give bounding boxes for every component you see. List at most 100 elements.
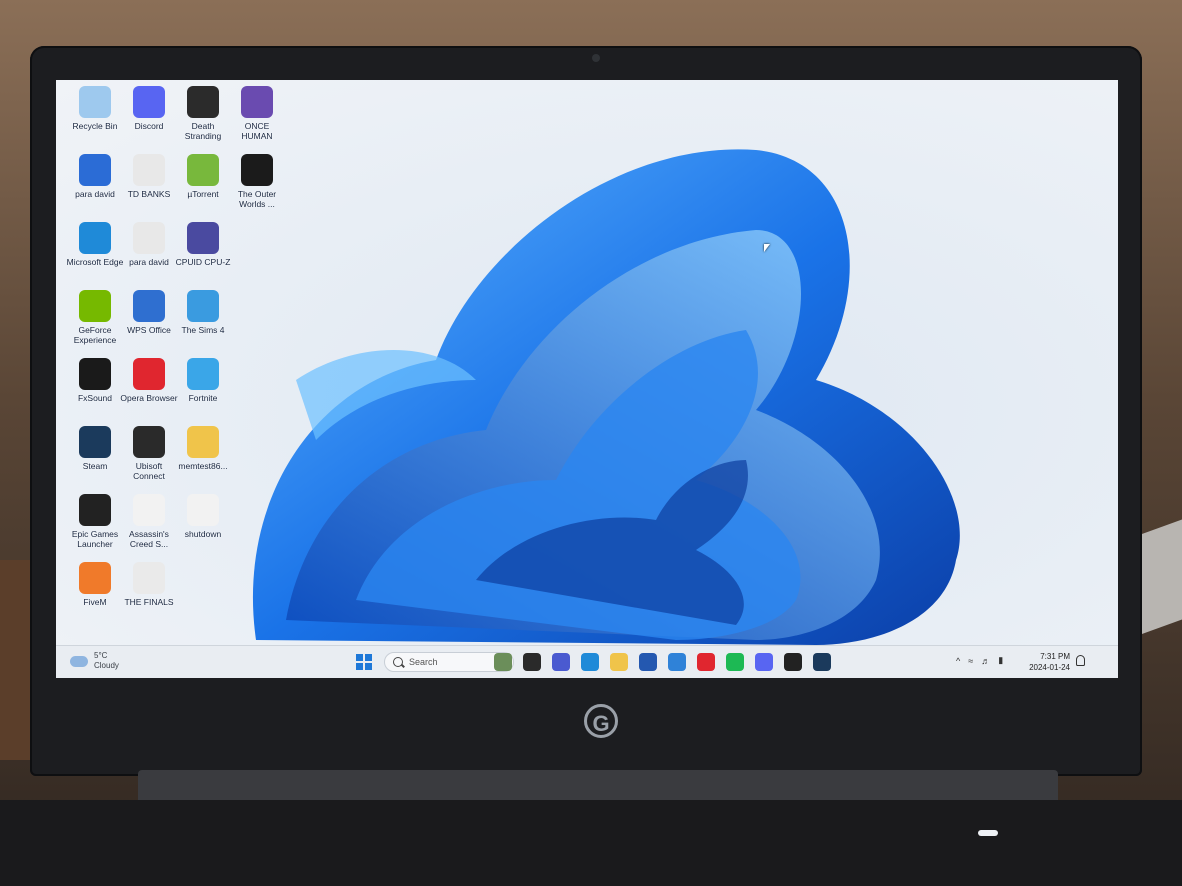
file-explorer-icon[interactable] — [610, 653, 628, 671]
clock-time: 7:31 PM — [1040, 652, 1070, 661]
desktop-icon[interactable]: Assassin's Creed S... — [120, 494, 178, 549]
desktop-icon-label: The Sims 4 — [181, 325, 225, 335]
assassins-creed-icon — [133, 494, 165, 526]
desktop-icon[interactable]: Microsoft Edge — [66, 222, 124, 267]
webcam — [592, 54, 600, 62]
desktop-icon[interactable]: Opera Browser — [120, 358, 178, 403]
desktop-icon-label: Fortnite — [188, 393, 218, 403]
fortnite-icon — [187, 358, 219, 390]
steam-icon — [79, 426, 111, 458]
desktop-icon[interactable]: Epic Games Launcher — [66, 494, 124, 549]
epic-games-icon[interactable] — [784, 653, 802, 671]
desktop-screen: Recycle Bin Discord Death Stranding ONCE HU… — [56, 80, 1118, 678]
weather-temperature: 5°C — [94, 651, 108, 660]
mail-icon[interactable] — [668, 653, 686, 671]
desktop-icon[interactable]: Discord — [120, 86, 178, 131]
start-button[interactable] — [356, 654, 372, 670]
recycle-bin-icon — [79, 86, 111, 118]
desktop-icon[interactable]: memtest86... — [174, 426, 232, 471]
desktop-icon[interactable]: CPUID CPU-Z — [174, 222, 232, 267]
cloud-icon — [70, 655, 88, 667]
desktop-icon-label: memtest86... — [178, 461, 228, 471]
desktop-icon-label: para david — [75, 189, 115, 199]
brand-logo: G — [584, 704, 618, 738]
fxsound-icon — [79, 358, 111, 390]
taskbar-clock[interactable]: 7:31 PM 2024-01-24 — [1028, 651, 1070, 673]
desktop-icon[interactable]: WPS Office — [120, 290, 178, 335]
desktop-icon[interactable]: shutdown — [174, 494, 232, 539]
desktop-icon-label: Epic Games Launcher — [71, 529, 119, 549]
desktop-icon-label: para david — [129, 257, 169, 267]
desktop-icon[interactable]: The Sims 4 — [174, 290, 232, 335]
desktop-icon[interactable]: para david — [120, 222, 178, 267]
cpu-z-icon — [187, 222, 219, 254]
desktop-icon-label: The Outer Worlds ... — [237, 189, 277, 209]
desktop-icon[interactable]: FiveM — [66, 562, 124, 607]
desktop-icon-label: Recycle Bin — [72, 121, 118, 131]
store-icon[interactable] — [639, 653, 657, 671]
steam-icon[interactable] — [813, 653, 831, 671]
fivem-icon — [79, 562, 111, 594]
epic-games-icon — [79, 494, 111, 526]
discord-icon[interactable] — [755, 653, 773, 671]
opera-icon[interactable] — [697, 653, 715, 671]
desktop-icon-label: Death Stranding — [184, 121, 222, 141]
desktop-icon[interactable]: Fortnite — [174, 358, 232, 403]
wps-office-icon — [133, 290, 165, 322]
shutdown-icon — [187, 494, 219, 526]
document-icon — [133, 222, 165, 254]
search-placeholder: Search — [409, 657, 438, 667]
battery-icon[interactable]: ▮ — [998, 655, 1003, 666]
copilot-icon[interactable] — [494, 653, 512, 671]
weather-description: Cloudy — [94, 661, 119, 670]
mouse-cursor — [764, 244, 770, 252]
desktop-icon-label: THE FINALS — [124, 597, 174, 607]
desktop-icon[interactable]: The Outer Worlds ... — [228, 154, 286, 209]
speaker-icon[interactable]: ♬ — [981, 656, 990, 666]
desktop-icon[interactable]: Recycle Bin — [66, 86, 124, 131]
laptop-base — [0, 800, 1182, 886]
edge-icon[interactable] — [581, 653, 599, 671]
desktop-icon-label: shutdown — [184, 529, 222, 539]
outer-worlds-icon — [241, 154, 273, 186]
desktop-icon[interactable]: GeForce Experience — [66, 290, 124, 345]
desktop-icon-label: Opera Browser — [120, 393, 178, 403]
discord-icon — [133, 86, 165, 118]
chat-icon[interactable] — [552, 653, 570, 671]
death-stranding-icon — [187, 86, 219, 118]
edge-icon — [79, 222, 111, 254]
taskbar: 5°C Cloudy Search ^ ≈ ♬ ▮ 7:31 PM 2024-0… — [56, 645, 1118, 678]
folder-icon — [187, 426, 219, 458]
sims-icon — [187, 290, 219, 322]
desktop-icon-label: Discord — [134, 121, 164, 131]
wifi-icon[interactable]: ≈ — [968, 656, 973, 666]
desktop-icon-label: CPUID CPU-Z — [175, 257, 231, 267]
ubisoft-icon — [133, 426, 165, 458]
task-view-icon[interactable] — [523, 653, 541, 671]
desktop-icon-label: µTorrent — [187, 189, 219, 199]
opera-icon — [133, 358, 165, 390]
utorrent-icon — [187, 154, 219, 186]
the-finals-icon — [133, 562, 165, 594]
desktop-icon[interactable]: ONCE HUMAN — [228, 86, 286, 141]
weather-widget[interactable]: 5°C Cloudy — [70, 651, 119, 671]
desktop-icon-label: WPS Office — [127, 325, 171, 335]
desktop-icon-label: FiveM — [83, 597, 107, 607]
desktop-icon[interactable]: Ubisoft Connect — [120, 426, 178, 481]
once-human-icon — [241, 86, 273, 118]
windows-logo-icon — [356, 654, 363, 661]
desktop-icon-label: GeForce Experience — [73, 325, 117, 345]
desktop-icon[interactable]: FxSound — [66, 358, 124, 403]
desktop-icon-label: Microsoft Edge — [66, 257, 124, 267]
desktop-icon[interactable]: TD BANKS — [120, 154, 178, 199]
desktop-icon-label: Assassin's Creed S... — [129, 529, 169, 549]
notification-bell-icon[interactable] — [1076, 655, 1085, 666]
desktop-icon[interactable]: µTorrent — [174, 154, 232, 199]
search-icon — [393, 657, 403, 667]
desktop-icon[interactable]: Death Stranding — [174, 86, 232, 141]
desktop-icon[interactable]: Steam — [66, 426, 124, 471]
desktop-icon[interactable]: para david — [66, 154, 124, 199]
spotify-icon[interactable] — [726, 653, 744, 671]
desktop-icon[interactable]: THE FINALS — [120, 562, 178, 607]
chevron-up-icon[interactable]: ^ — [956, 656, 960, 666]
